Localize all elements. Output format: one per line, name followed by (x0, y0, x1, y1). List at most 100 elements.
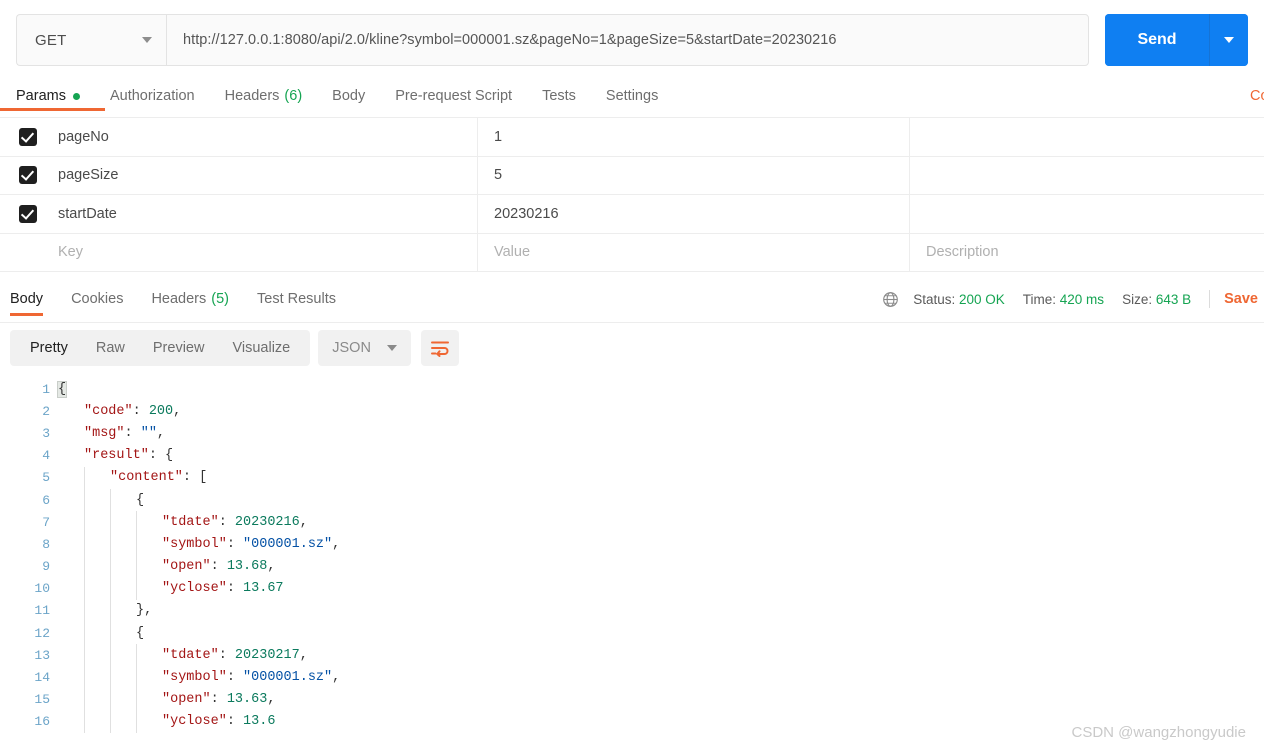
row-description-cell[interactable] (910, 195, 1264, 233)
request-url-bar: GET http://127.0.0.1:8080/api/2.0/kline?… (0, 0, 1264, 80)
json-indent-guide (110, 555, 111, 578)
tab-response-headers-label: Headers (151, 291, 207, 307)
json-line: 5 "content": [ (0, 466, 1264, 489)
json-indent-guide (110, 666, 111, 689)
word-wrap-toggle[interactable] (420, 330, 459, 366)
json-token-punct: , (267, 692, 276, 708)
response-tabs-divider (0, 322, 1264, 323)
tab-test-results-label: Test Results (257, 291, 336, 307)
request-url-input[interactable]: http://127.0.0.1:8080/api/2.0/kline?symb… (166, 14, 1089, 66)
json-indent-guide (84, 622, 85, 645)
row-key-cell[interactable]: pageSize (56, 156, 478, 194)
row-value-cell[interactable]: 20230216 (478, 195, 910, 233)
json-line: 4 "result": { (0, 445, 1264, 467)
json-line-content: { (56, 380, 68, 398)
json-token-punct: : (226, 670, 244, 686)
active-request-tab-indicator (0, 108, 105, 111)
json-line: 8 "symbol": "000001.sz", (0, 533, 1264, 556)
row-description-cell[interactable] (910, 118, 1264, 156)
row-checkbox-cell (0, 118, 56, 156)
body-format-dropdown[interactable]: JSON (318, 330, 411, 366)
json-line-number: 11 (34, 603, 50, 619)
tab-params[interactable]: Params (16, 88, 80, 104)
json-token-punct: { (136, 625, 145, 641)
new-value-input[interactable]: Value (478, 233, 910, 271)
view-mode-preview[interactable]: Preview (139, 340, 219, 356)
new-key-input[interactable]: Key (56, 233, 478, 271)
json-line-content: { (136, 493, 144, 508)
row-value-cell[interactable]: 1 (478, 118, 910, 156)
tab-test-results[interactable]: Test Results (257, 291, 336, 307)
view-mode-raw[interactable]: Raw (82, 340, 139, 356)
json-token-num: 20230216 (234, 514, 300, 530)
json-token-punct: : (132, 403, 149, 419)
active-response-tab-indicator (10, 313, 43, 316)
new-value-placeholder: Value (494, 244, 531, 261)
tab-pre-request-script[interactable]: Pre-request Script (395, 88, 512, 104)
json-token-punct: }, (136, 603, 153, 619)
json-line-number: 2 (42, 403, 50, 419)
json-line-content: "tdate": 20230217, (162, 648, 308, 663)
table-row-empty[interactable]: Key Value Description (0, 233, 1264, 272)
tab-headers-label: Headers (224, 88, 280, 104)
send-button[interactable]: Send (1105, 14, 1209, 66)
json-line-content: "code": 200, (84, 404, 181, 419)
status-value: 200 OK (958, 291, 1005, 307)
send-options-button[interactable] (1210, 14, 1248, 66)
json-token-key: "symbol" (162, 536, 227, 552)
row-checkbox-cell (0, 234, 56, 272)
body-format-label: JSON (332, 340, 371, 356)
tab-settings[interactable]: Settings (606, 88, 658, 104)
json-line-number: 4 (42, 448, 50, 464)
row-checkbox[interactable] (19, 166, 37, 185)
tab-authorization[interactable]: Authorization (110, 88, 195, 104)
request-tabs: Params Authorization Headers (6) Body Pr… (0, 80, 1264, 112)
row-value-cell[interactable]: 5 (478, 156, 910, 194)
http-method-dropdown[interactable]: GET (16, 14, 166, 66)
tab-body[interactable]: Body (332, 88, 365, 104)
json-line: 7 "tdate": 20230216, (0, 511, 1264, 534)
new-key-placeholder: Key (58, 244, 83, 261)
json-token-punct: , (173, 403, 182, 419)
table-row[interactable]: startDate 20230216 (0, 195, 1264, 234)
view-mode-visualize[interactable]: Visualize (218, 340, 304, 356)
row-key-text: pageNo (58, 128, 109, 145)
response-body-json-viewer[interactable]: 1{2 "code": 200, 3 "msg": "", 4 "result": {5 "… (0, 378, 1264, 753)
json-indent-guide (110, 577, 111, 600)
size-value: 643 B (1155, 291, 1192, 307)
row-key-cell[interactable]: pageNo (56, 118, 478, 156)
globe-icon (883, 291, 899, 307)
tab-response-cookies[interactable]: Cookies (71, 291, 123, 307)
row-checkbox[interactable] (19, 204, 37, 223)
json-token-str: "000001.sz" (243, 670, 333, 686)
json-indent-guide (84, 488, 85, 512)
view-mode-pretty[interactable]: Pretty (16, 340, 82, 356)
tab-body-label: Body (332, 88, 366, 104)
json-token-key: "open" (162, 559, 211, 575)
tab-response-headers[interactable]: Headers (5) (151, 291, 229, 307)
json-token-punct: : (210, 692, 227, 708)
response-time: Time: 420 ms (1023, 292, 1104, 307)
json-token-num: 13.6 (243, 714, 276, 730)
save-response-button[interactable]: Save (1224, 291, 1258, 307)
table-row[interactable]: pageNo 1 (0, 118, 1264, 157)
table-row[interactable]: pageSize 5 (0, 156, 1264, 195)
json-indent-guide (84, 466, 85, 489)
tab-response-body[interactable]: Body (10, 291, 43, 307)
row-checkbox[interactable] (19, 127, 37, 146)
row-key-cell[interactable]: startDate (56, 195, 478, 233)
tab-tests-label: Tests (542, 88, 576, 104)
json-line-content: "symbol": "000001.sz", (162, 670, 340, 685)
body-view-mode-group: Pretty Raw Preview Visualize (10, 330, 311, 366)
json-line: 9 "open": 13.68, (0, 555, 1264, 578)
json-token-key: "yclose" (162, 714, 227, 730)
row-description-cell[interactable] (910, 157, 1264, 195)
json-token-punct: : (124, 425, 141, 441)
json-line-content: "open": 13.68, (162, 559, 275, 574)
cookies-link[interactable]: Cookies (1250, 88, 1264, 104)
new-description-input[interactable]: Description (910, 234, 1264, 272)
json-indent-guide (136, 555, 137, 578)
tab-tests[interactable]: Tests (542, 88, 576, 104)
tab-headers[interactable]: Headers (6) (225, 88, 303, 104)
json-line-number: 16 (34, 714, 50, 730)
